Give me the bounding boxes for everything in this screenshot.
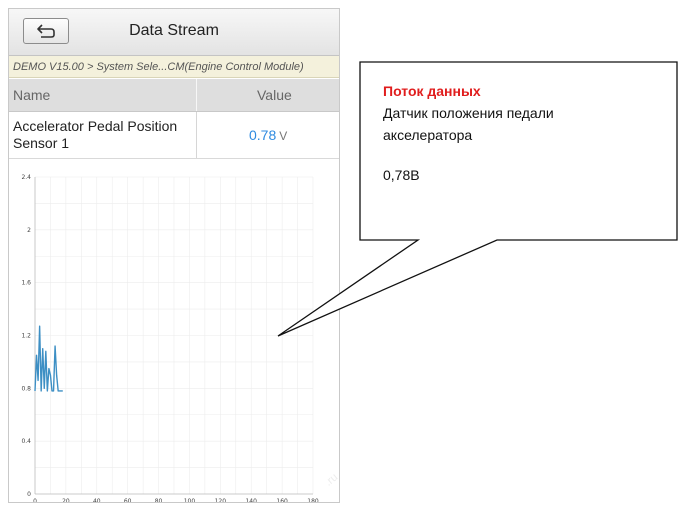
callout-annotation: Поток данных Датчик положения педали акс… bbox=[383, 80, 673, 186]
callout-body: Датчик положения педали акселератора bbox=[383, 105, 554, 143]
callout-title: Поток данных bbox=[383, 83, 481, 99]
callout-value: 0,78В bbox=[383, 167, 420, 183]
callout-box bbox=[277, 61, 678, 337]
